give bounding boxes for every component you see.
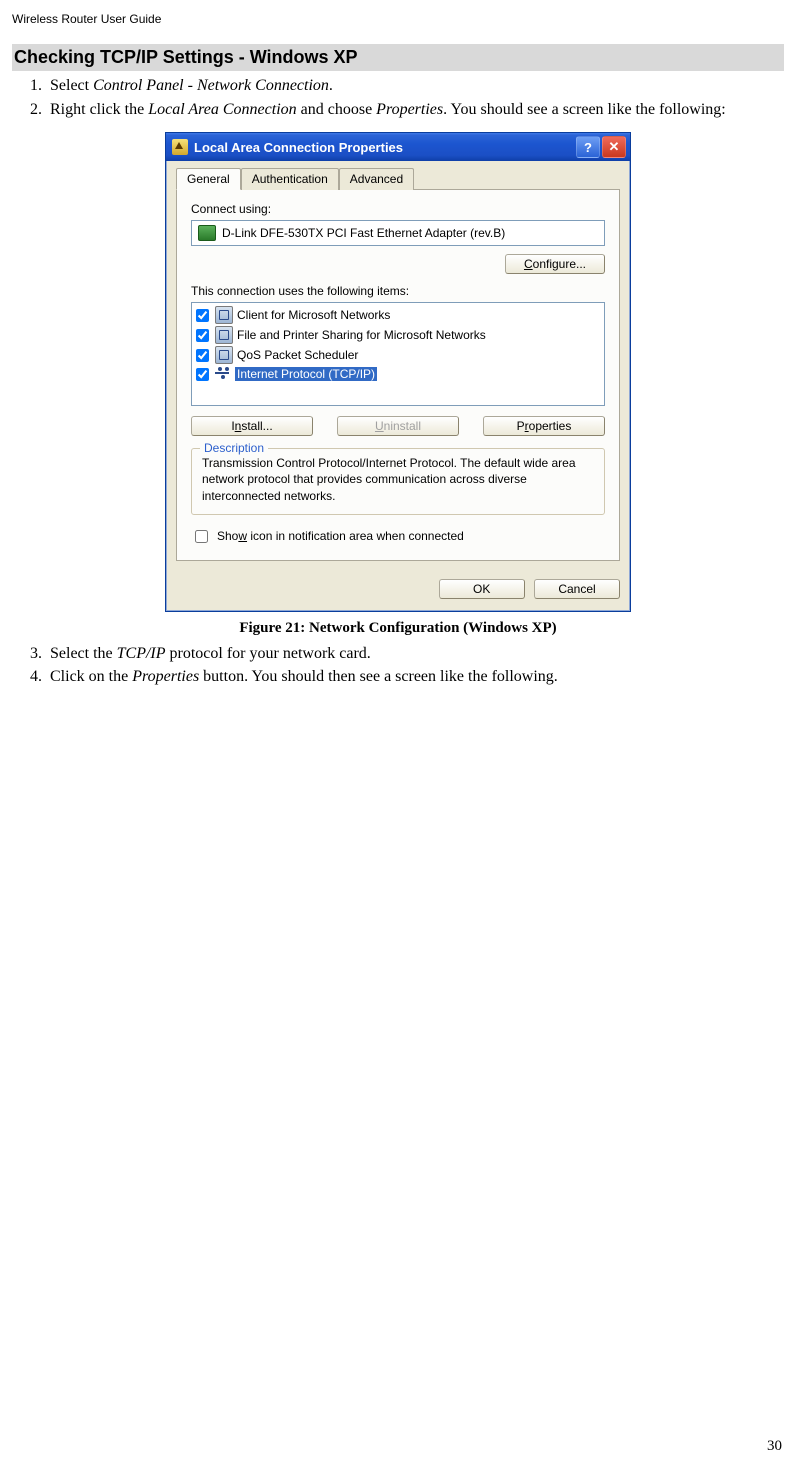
description-text: Transmission Control Protocol/Internet P… — [202, 455, 594, 504]
step-3-post: protocol for your network card. — [166, 645, 371, 662]
show-icon-label: Show icon in notification area when conn… — [217, 529, 464, 543]
checkbox-tcpip[interactable] — [196, 368, 209, 381]
uses-items-label: This connection uses the following items… — [191, 284, 605, 298]
list-item[interactable]: QoS Packet Scheduler — [192, 345, 604, 365]
dialog-footer: OK Cancel — [166, 571, 630, 611]
titlebar: Local Area Connection Properties ? ✕ — [166, 133, 630, 161]
window-title: Local Area Connection Properties — [194, 140, 576, 155]
install-button[interactable]: Install... — [191, 416, 313, 436]
uninstall-button: Uninstall — [337, 416, 459, 436]
tabs: General Authentication Advanced — [176, 167, 620, 190]
configure-rest: onfigure... — [533, 257, 586, 271]
item-label-3: Internet Protocol (TCP/IP) — [235, 367, 377, 381]
tab-authentication[interactable]: Authentication — [241, 168, 339, 190]
description-legend: Description — [200, 441, 268, 455]
step-4-em: Properties — [132, 668, 199, 685]
steps-list-a: Select Control Panel - Network Connectio… — [12, 75, 784, 120]
list-item-selected[interactable]: Internet Protocol (TCP/IP) — [192, 365, 604, 383]
step-2-em1: Local Area Connection — [148, 101, 296, 118]
figure-container: Local Area Connection Properties ? ✕ Gen… — [12, 132, 784, 612]
client-icon — [215, 306, 233, 324]
step-3: Select the TCP/IP protocol for your netw… — [46, 643, 784, 665]
component-list[interactable]: Client for Microsoft Networks File and P… — [191, 302, 605, 406]
protocol-icon — [215, 366, 231, 382]
adapter-text: D-Link DFE-530TX PCI Fast Ethernet Adapt… — [222, 226, 505, 240]
section-heading: Checking TCP/IP Settings - Windows XP — [12, 44, 784, 71]
page-number: 30 — [767, 1438, 782, 1455]
list-item[interactable]: File and Printer Sharing for Microsoft N… — [192, 325, 604, 345]
step-1-post: . — [329, 77, 333, 94]
ok-button[interactable]: OK — [439, 579, 525, 599]
item-label-1: File and Printer Sharing for Microsoft N… — [237, 328, 486, 342]
service-icon — [215, 346, 233, 364]
show-icon-checkbox[interactable] — [195, 530, 208, 543]
step-4-post: button. You should then see a screen lik… — [199, 668, 558, 685]
description-group: Description Transmission Control Protoco… — [191, 448, 605, 515]
step-2: Right click the Local Area Connection an… — [46, 99, 784, 121]
properties-button[interactable]: Properties — [483, 416, 605, 436]
show-icon-row: Show icon in notification area when conn… — [191, 527, 605, 546]
step-2-pre: Right click the — [50, 101, 148, 118]
tab-advanced[interactable]: Advanced — [339, 168, 414, 190]
help-button[interactable]: ? — [576, 136, 600, 158]
configure-button[interactable]: Configure... — [505, 254, 605, 274]
checkbox-client[interactable] — [196, 309, 209, 322]
cancel-button[interactable]: Cancel — [534, 579, 620, 599]
step-2-em2: Properties — [376, 101, 443, 118]
tab-general[interactable]: General — [176, 168, 241, 190]
window-icon — [172, 139, 188, 155]
step-3-em: TCP/IP — [117, 645, 166, 662]
service-icon — [215, 326, 233, 344]
xp-dialog: Local Area Connection Properties ? ✕ Gen… — [165, 132, 631, 612]
dialog-body: General Authentication Advanced Connect … — [166, 161, 630, 571]
list-item[interactable]: Client for Microsoft Networks — [192, 305, 604, 325]
connect-using-label: Connect using: — [191, 202, 605, 216]
checkbox-qos[interactable] — [196, 349, 209, 362]
item-label-2: QoS Packet Scheduler — [237, 348, 358, 362]
step-1: Select Control Panel - Network Connectio… — [46, 75, 784, 97]
steps-list-b: Select the TCP/IP protocol for your netw… — [12, 643, 784, 688]
step-4: Click on the Properties button. You shou… — [46, 666, 784, 688]
close-button[interactable]: ✕ — [602, 136, 626, 158]
step-4-pre: Click on the — [50, 668, 132, 685]
figure-caption: Figure 21: Network Configuration (Window… — [12, 620, 784, 637]
nic-icon — [198, 225, 216, 241]
step-1-pre: Select — [50, 77, 93, 94]
step-1-em: Control Panel - Network Connection — [93, 77, 329, 94]
tab-panel-general: Connect using: D-Link DFE-530TX PCI Fast… — [176, 189, 620, 561]
adapter-field: D-Link DFE-530TX PCI Fast Ethernet Adapt… — [191, 220, 605, 246]
checkbox-fileprint[interactable] — [196, 329, 209, 342]
item-label-0: Client for Microsoft Networks — [237, 308, 390, 322]
step-3-pre: Select the — [50, 645, 117, 662]
step-2-post: . You should see a screen like the follo… — [443, 101, 726, 118]
step-2-mid: and choose — [297, 101, 377, 118]
page-header: Wireless Router User Guide — [12, 12, 784, 26]
